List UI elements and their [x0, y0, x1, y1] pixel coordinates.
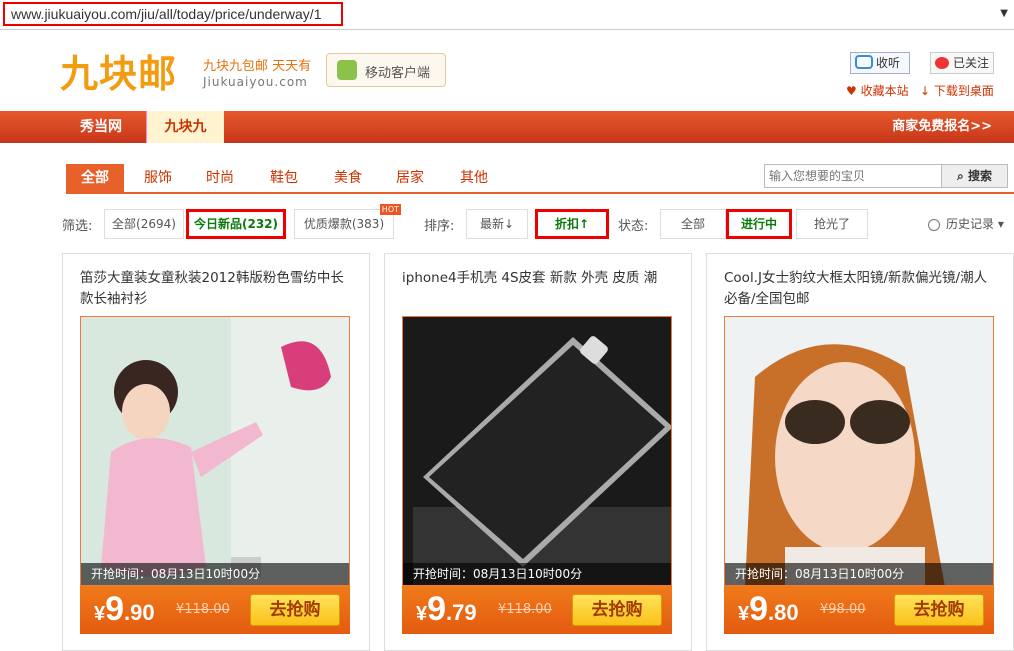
price-bar: ¥9.90 ¥118.00 去抢购 — [80, 586, 350, 634]
download-label: 下载到桌面 — [933, 84, 994, 98]
tencent-weibo-icon — [855, 55, 873, 69]
buy-now-button[interactable]: 去抢购 — [250, 594, 340, 626]
price-bar: ¥9.80 ¥98.00 去抢购 — [724, 586, 994, 634]
sort-newest-label: 最新 — [479, 217, 504, 231]
bookmark-link[interactable]: ♥ 收藏本站 — [846, 82, 909, 99]
original-price: ¥118.00 — [176, 602, 230, 617]
price-integer: 9 — [749, 590, 769, 628]
status-sold-out[interactable]: 抢光了 — [796, 209, 868, 239]
chevron-down-icon: ▾ — [997, 217, 1004, 231]
price-currency: ¥ — [94, 603, 106, 625]
filter-row: 筛选: 全部(2694) 今日新品(232) 优质爆款(383) HOT 排序:… — [0, 204, 1014, 244]
start-time: 开抢时间：08月13日10时00分 — [403, 563, 671, 585]
sort-newest[interactable]: 最新↓ — [466, 209, 528, 239]
search-input[interactable] — [765, 165, 941, 187]
current-price: ¥9.80 — [738, 590, 799, 629]
follow-button[interactable]: 已关注 — [930, 52, 994, 74]
product-title[interactable]: Cool.J女士豹纹大框太阳镜/新款偏光镜/潮人必备/全国包邮 — [724, 268, 1000, 310]
filter-hot-deals[interactable]: 优质爆款(383) HOT — [294, 204, 401, 239]
down-arrow-icon: ↓ — [920, 84, 931, 98]
tab-fashion[interactable]: 时尚 — [206, 164, 234, 192]
listen-button[interactable]: 收听 — [850, 52, 910, 74]
price-decimal: .90 — [124, 600, 155, 625]
mobile-client-button[interactable]: 移动客户端 — [326, 53, 446, 87]
price-decimal: .80 — [768, 600, 799, 625]
buy-now-button[interactable]: 去抢购 — [572, 594, 662, 626]
start-time: 开抢时间：08月13日10时00分 — [81, 563, 349, 585]
site-logo[interactable]: 九块邮 — [60, 43, 177, 98]
product-title[interactable]: 笛莎大童装女童秋装2012韩版粉色雪纺中长款长袖衬衫 — [80, 268, 356, 310]
history-label: 历史记录 — [946, 217, 995, 231]
price-integer: 9 — [105, 590, 125, 628]
original-price: ¥98.00 — [820, 602, 866, 617]
price-currency: ¥ — [416, 603, 428, 625]
search-button-label: 搜索 — [967, 169, 992, 183]
listen-label: 收听 — [876, 56, 901, 70]
product-card[interactable]: 笛莎大童装女童秋装2012韩版粉色雪纺中长款长袖衬衫 开抢时间：08月13日10… — [62, 253, 370, 651]
sort-discount-label: 折扣 — [554, 217, 579, 231]
sort-label: 排序: — [424, 219, 455, 234]
status-ongoing[interactable]: 进行中 — [726, 209, 792, 239]
clock-icon — [928, 218, 940, 231]
tab-food[interactable]: 美食 — [334, 164, 362, 192]
product-card[interactable]: iphone4手机壳 4S皮套 新款 外壳 皮质 潮 开抢时间：08月13日10… — [384, 253, 692, 651]
product-image[interactable]: 开抢时间：08月13日10时00分 — [402, 316, 672, 586]
product-image[interactable]: 开抢时间：08月13日10时00分 — [724, 316, 994, 586]
history-link[interactable]: 历史记录 ▾ — [928, 215, 1004, 232]
status-label: 状态: — [618, 219, 649, 234]
start-time: 开抢时间：08月13日10时00分 — [725, 563, 993, 585]
bookmark-label: 收藏本站 — [860, 84, 909, 98]
product-card[interactable]: Cool.J女士豹纹大框太阳镜/新款偏光镜/潮人必备/全国包邮 开抢时间：08月… — [706, 253, 1014, 651]
search-icon: ⌕ — [957, 169, 964, 183]
buy-now-button[interactable]: 去抢购 — [894, 594, 984, 626]
product-photo-girl — [81, 317, 349, 585]
nav-item-jiukuaijiu[interactable]: 九块九 — [146, 111, 224, 143]
filter-hot-deals-label: 优质爆款(383) — [303, 217, 385, 231]
sina-weibo-icon — [935, 57, 949, 69]
price-decimal: .79 — [446, 600, 477, 625]
filter-label: 筛选: — [62, 219, 93, 234]
site-header: 九块邮 九块九包邮 天天有 Jiukuaiyou.com 移动客户端 收听 已关… — [0, 31, 1014, 111]
followed-label: 已关注 — [953, 56, 990, 70]
url-input[interactable]: www.jiukuaiyou.com/jiu/all/today/price/u… — [3, 2, 343, 26]
tab-home[interactable]: 居家 — [396, 164, 424, 192]
merchant-signup-link[interactable]: 商家免费报名>> — [892, 111, 992, 143]
status-all[interactable]: 全部 — [660, 209, 726, 239]
price-integer: 9 — [427, 590, 447, 628]
download-desktop-link[interactable]: ↓ 下载到桌面 — [920, 82, 994, 99]
filter-today-new[interactable]: 今日新品(232) — [186, 209, 286, 239]
dropdown-arrow-icon[interactable]: ▼ — [1000, 8, 1008, 19]
tab-clothing[interactable]: 服饰 — [144, 164, 172, 192]
site-domain: Jiukuaiyou.com — [203, 75, 308, 89]
nav-item-xiudang[interactable]: 秀当网 — [80, 111, 140, 143]
tab-all[interactable]: 全部 — [66, 164, 124, 192]
price-bar: ¥9.79 ¥118.00 去抢购 — [402, 586, 672, 634]
original-price: ¥118.00 — [498, 602, 552, 617]
product-photo-sunglasses — [725, 317, 993, 585]
arrow-up-icon: ↑ — [578, 217, 590, 231]
product-photo-phone-case — [403, 317, 671, 585]
mobile-client-label: 移动客户端 — [365, 66, 431, 81]
arrow-down-icon: ↓ — [503, 217, 515, 231]
filter-all[interactable]: 全部(2694) — [104, 209, 184, 239]
site-tagline: 九块九包邮 天天有 — [203, 59, 312, 74]
heart-icon: ♥ — [846, 84, 857, 98]
android-icon — [337, 60, 357, 80]
current-price: ¥9.79 — [416, 590, 477, 629]
hot-badge: HOT — [379, 204, 401, 215]
price-currency: ¥ — [738, 603, 750, 625]
browser-url-bar: www.jiukuaiyou.com/jiu/all/today/price/u… — [0, 0, 1014, 30]
search-box: ⌕ 搜索 — [764, 164, 1008, 188]
sort-discount[interactable]: 折扣↑ — [535, 209, 609, 239]
product-title[interactable]: iphone4手机壳 4S皮套 新款 外壳 皮质 潮 — [402, 268, 678, 289]
main-navbar: 秀当网 九块九 商家免费报名>> — [0, 111, 1014, 143]
current-price: ¥9.90 — [94, 590, 155, 629]
tab-other[interactable]: 其他 — [460, 164, 488, 192]
search-button[interactable]: ⌕ 搜索 — [941, 165, 1007, 187]
tab-shoes-bags[interactable]: 鞋包 — [270, 164, 298, 192]
product-image[interactable]: 开抢时间：08月13日10时00分 — [80, 316, 350, 586]
